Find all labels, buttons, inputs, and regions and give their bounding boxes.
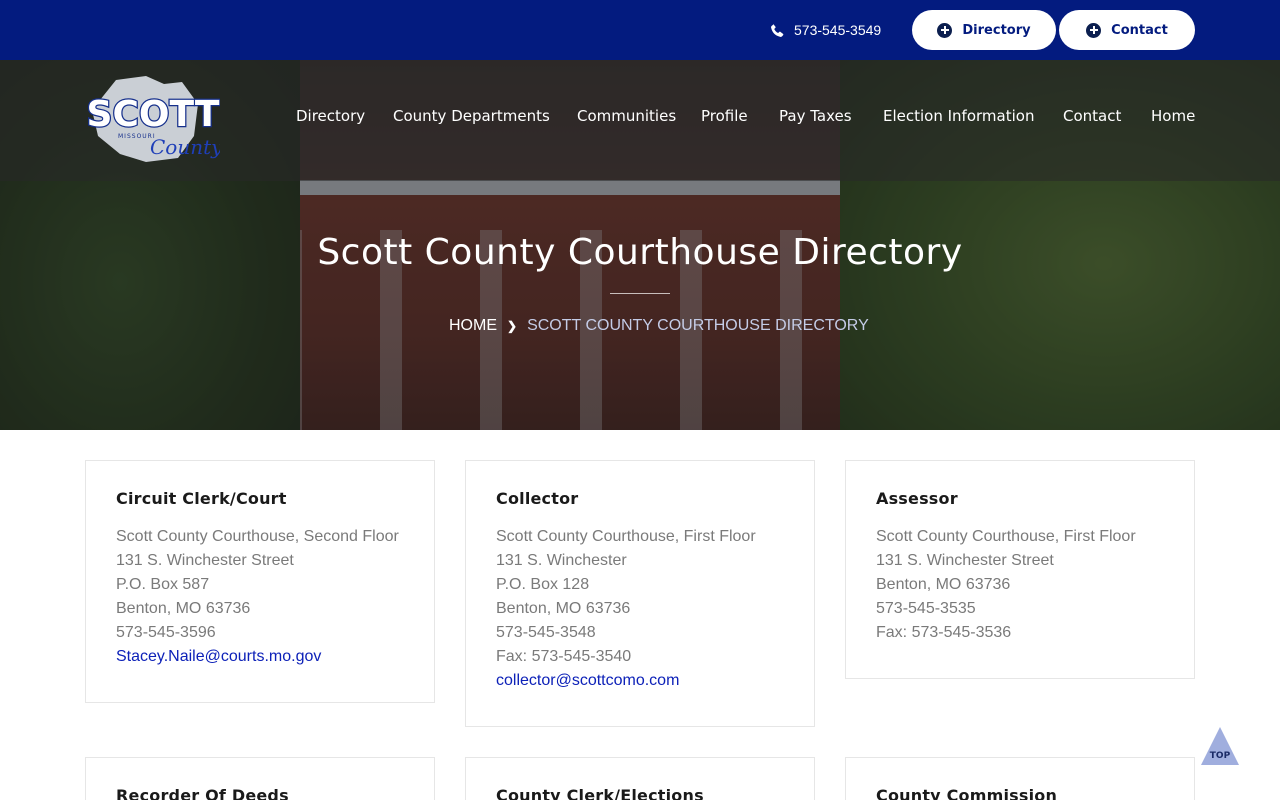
email-link[interactable]: collector@scottcomo.com: [496, 669, 784, 693]
directory-card-collector: Collector Scott County Courthouse, First…: [465, 460, 815, 727]
plus-circle-icon: [1086, 22, 1102, 38]
page-title: Scott County Courthouse Directory: [317, 232, 963, 273]
card-line: Fax: 573-545-3536: [876, 624, 1012, 641]
phone-icon: [771, 23, 784, 37]
title-divider: [610, 293, 670, 294]
card-line: 573-545-3548: [496, 624, 596, 641]
nav-contact[interactable]: Contact: [1063, 107, 1121, 125]
back-to-top-button[interactable]: TOP: [1201, 727, 1239, 765]
card-line: P.O. Box 587: [116, 576, 210, 593]
card-title: Recorder Of Deeds: [116, 786, 289, 800]
nav-communities[interactable]: Communities: [577, 107, 676, 125]
card-line: Benton, MO 63736: [876, 576, 1011, 593]
breadcrumb-home[interactable]: HOME: [449, 317, 497, 335]
directory-card-assessor: Assessor Scott County Courthouse, First …: [845, 460, 1195, 679]
card-line: 131 S. Winchester Street: [876, 552, 1054, 569]
contact-button-label: Contact: [1111, 22, 1168, 38]
card-line: 131 S. Winchester Street: [116, 552, 294, 569]
nav-county-departments[interactable]: County Departments: [393, 107, 550, 125]
nav-pay-taxes[interactable]: Pay Taxes: [779, 107, 852, 125]
card-line: 573-545-3596: [116, 624, 216, 641]
breadcrumb: HOME ❯ SCOTT COUNTY COURTHOUSE DIRECTORY: [449, 317, 869, 335]
card-line: Benton, MO 63736: [496, 600, 631, 617]
nav-home[interactable]: Home: [1151, 107, 1195, 125]
directory-card-county-commission: County Commission: [845, 757, 1195, 800]
contact-button[interactable]: Contact: [1059, 10, 1195, 50]
logo-wordmark: SCOTT: [87, 94, 220, 135]
logo-script: County: [150, 135, 220, 159]
back-to-top-label: TOP: [1210, 751, 1231, 761]
card-line: Scott County Courthouse, Second Floor: [116, 528, 399, 545]
directory-button[interactable]: Directory: [912, 10, 1056, 50]
nav-profile[interactable]: Profile: [701, 107, 748, 125]
card-title: Circuit Clerk/Court: [116, 489, 287, 508]
hero-banner: SCOTT MISSOURI County Directory County D…: [0, 60, 1280, 430]
email-link[interactable]: Stacey.Naile@courts.mo.gov: [116, 645, 404, 669]
top-bar: 573-545-3549 Directory Contact: [0, 0, 1280, 60]
scott-county-logo[interactable]: SCOTT MISSOURI County: [86, 74, 220, 166]
breadcrumb-current: SCOTT COUNTY COURTHOUSE DIRECTORY: [527, 317, 869, 334]
nav-directory[interactable]: Directory: [296, 107, 365, 125]
card-title: County Commission: [876, 786, 1058, 800]
nav-election-information[interactable]: Election Information: [883, 107, 1034, 125]
phone-number: 573-545-3549: [794, 22, 882, 38]
directory-card-circuit-clerk: Circuit Clerk/Court Scott County Courtho…: [85, 460, 435, 703]
main-nav-bar: SCOTT MISSOURI County Directory County D…: [0, 60, 1280, 181]
card-line: Scott County Courthouse, First Floor: [496, 528, 756, 545]
card-line: P.O. Box 128: [496, 576, 590, 593]
phone-link[interactable]: 573-545-3549: [770, 19, 881, 41]
directory-card-recorder-of-deeds: Recorder Of Deeds: [85, 757, 435, 800]
card-line: Fax: 573-545-3540: [496, 648, 632, 665]
directory-card-county-clerk: County Clerk/Elections: [465, 757, 815, 800]
card-title: Assessor: [876, 489, 958, 508]
card-line: Scott County Courthouse, First Floor: [876, 528, 1136, 545]
plus-circle-icon: [937, 22, 953, 38]
chevron-right-icon: ❯: [507, 319, 518, 333]
card-line: 573-545-3535: [876, 600, 976, 617]
directory-button-label: Directory: [962, 22, 1031, 38]
card-line: 131 S. Winchester: [496, 552, 627, 569]
card-title: Collector: [496, 489, 579, 508]
card-line: Benton, MO 63736: [116, 600, 251, 617]
card-title: County Clerk/Elections: [496, 786, 704, 800]
